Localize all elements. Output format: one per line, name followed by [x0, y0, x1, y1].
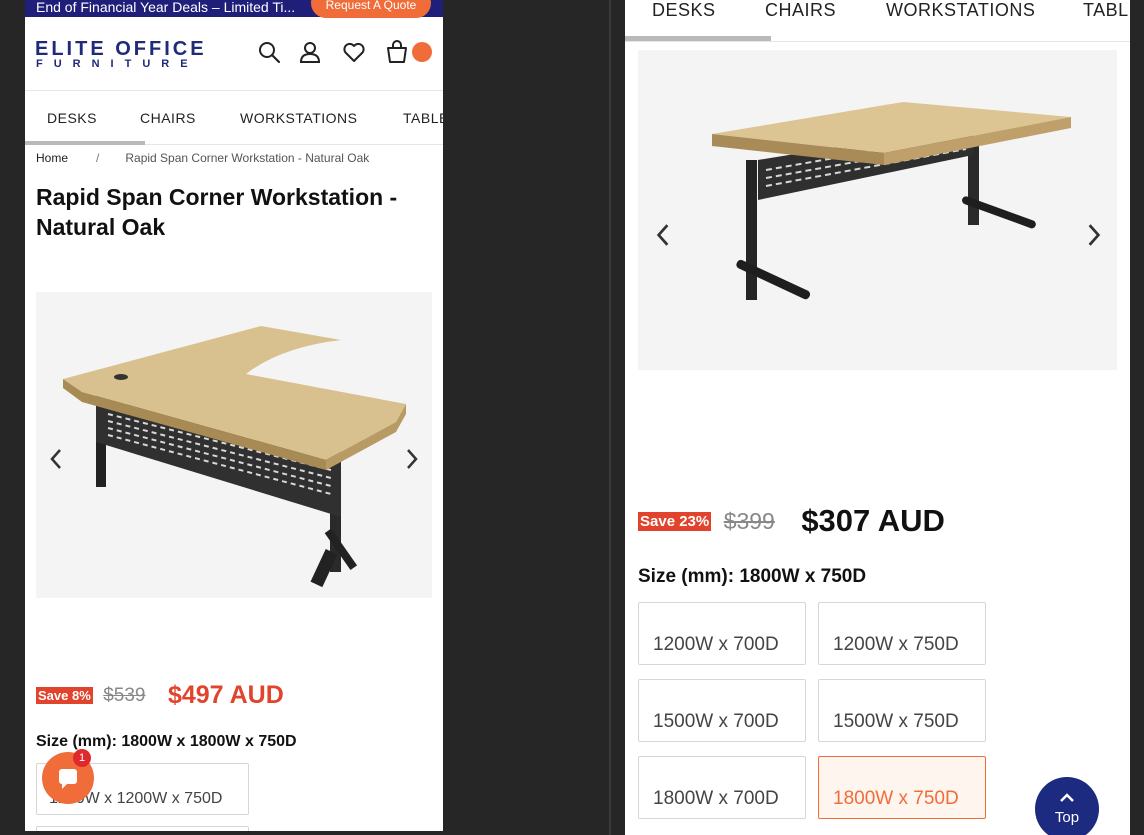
sale-price: $307 AUD — [801, 503, 945, 538]
size-option[interactable]: 1500W x 700D — [638, 679, 806, 742]
size-option[interactable]: 1200W x 700D — [638, 602, 806, 665]
save-badge: Save 23% — [638, 511, 712, 531]
breadcrumb-separator: / — [96, 151, 100, 165]
straight-desk-illustration — [712, 102, 1071, 300]
nav-item-tables[interactable]: TABLE — [1083, 0, 1130, 21]
nav-item-chairs[interactable]: CHAIRS — [765, 0, 836, 21]
nav-item-desks[interactable]: DESKS — [47, 110, 97, 126]
chevron-left-icon[interactable] — [655, 223, 671, 247]
back-to-top-label: Top — [1054, 809, 1080, 826]
size-label: Size (mm): 1800W x 750D — [638, 566, 867, 587]
heart-icon[interactable] — [342, 40, 366, 64]
cart-icon[interactable] — [385, 40, 409, 64]
right-phone-screen: DESKS CHAIRS WORKSTATIONS TABLE — [625, 0, 1130, 835]
left-phone-screen: End of Financial Year Deals – Limited Ti… — [25, 0, 443, 831]
price-row: Save 23% $399 $307 AUD — [638, 503, 945, 539]
cart-count-badge — [412, 42, 432, 62]
category-nav: DESKS CHAIRS WORKSTATIONS TABLE — [25, 90, 443, 145]
size-option[interactable]: 1800W x 700D — [638, 756, 806, 819]
promo-banner[interactable]: End of Financial Year Deals – Limited Ti… — [25, 0, 443, 18]
chat-unread-badge: 1 — [73, 749, 91, 767]
nav-item-desks[interactable]: DESKS — [652, 0, 716, 21]
original-price: $539 — [103, 684, 146, 706]
product-image[interactable] — [36, 292, 432, 598]
size-option[interactable] — [36, 826, 249, 831]
search-icon[interactable] — [257, 40, 281, 64]
promo-text: End of Financial Year Deals – Limited Ti… — [36, 0, 296, 15]
size-option-selected[interactable]: 1800W x 750D — [818, 756, 986, 819]
brand-subname: FURNITURE — [36, 58, 199, 70]
product-title: Rapid Span Corner Workstation - Natural … — [36, 184, 398, 240]
screen-divider — [609, 0, 611, 835]
size-option[interactable]: 1500W x 750D — [818, 679, 986, 742]
save-badge: Save 8% — [36, 687, 93, 704]
breadcrumb-current: Rapid Span Corner Workstation - Natural … — [125, 151, 370, 165]
active-tab-indicator — [25, 141, 145, 145]
nav-item-workstations[interactable]: WORKSTATIONS — [240, 110, 357, 126]
product-image[interactable] — [638, 50, 1117, 370]
category-nav: DESKS CHAIRS WORKSTATIONS TABLE — [625, 0, 1130, 42]
account-icon[interactable] — [298, 40, 322, 64]
active-tab-indicator — [625, 36, 771, 41]
request-quote-button[interactable]: Request A Quote — [311, 0, 431, 18]
price-row: Save 8% $539 $497 AUD — [36, 681, 284, 710]
corner-workstation-illustration — [63, 326, 406, 588]
chevron-right-icon[interactable] — [405, 448, 419, 470]
back-to-top-button[interactable]: Top — [1035, 777, 1099, 835]
nav-item-chairs[interactable]: CHAIRS — [140, 110, 196, 126]
chevron-right-icon[interactable] — [1086, 223, 1102, 247]
nav-item-workstations[interactable]: WORKSTATIONS — [886, 0, 1035, 21]
chevron-left-icon[interactable] — [49, 448, 63, 470]
original-price: $399 — [723, 507, 775, 534]
nav-item-tables[interactable]: TABLE — [403, 110, 443, 126]
sale-price: $497 AUD — [167, 681, 284, 709]
breadcrumb-home[interactable]: Home — [36, 151, 68, 165]
size-option[interactable]: 1200W x 750D — [818, 602, 986, 665]
breadcrumb: Home / Rapid Span Corner Workstation - Nat… — [36, 151, 369, 165]
chevron-up-icon — [1060, 793, 1074, 802]
size-label: Size (mm): 1800W x 1800W x 750D — [36, 733, 297, 750]
